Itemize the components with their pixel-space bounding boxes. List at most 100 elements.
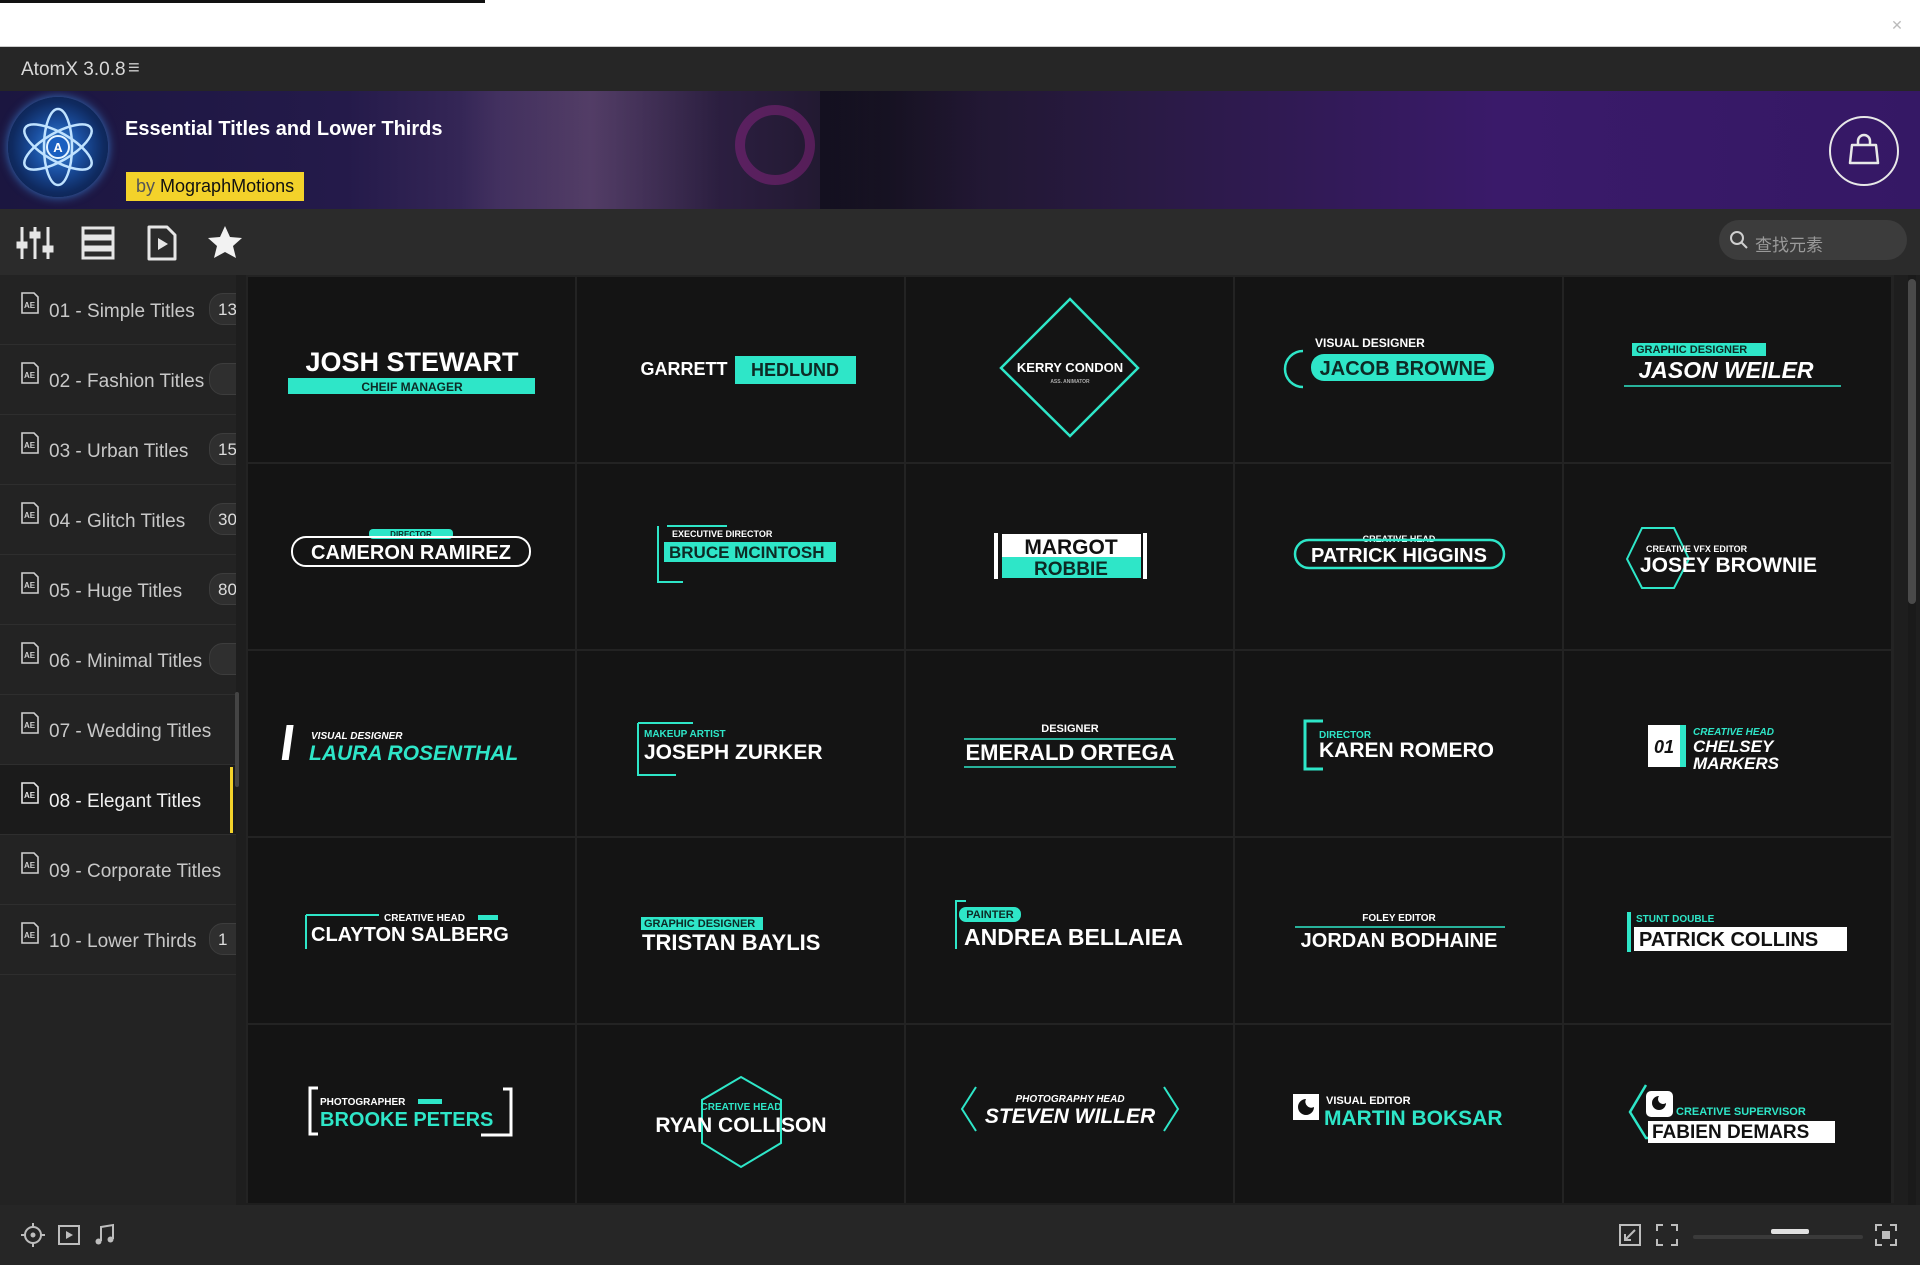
selected-indicator bbox=[230, 767, 233, 833]
sidebar-item-huge-titles[interactable]: AE 05 - Huge Titles 80 bbox=[0, 555, 236, 625]
preset-role: CHEIF MANAGER bbox=[361, 380, 463, 394]
preset-thumbnail[interactable]: PAINTER ANDREA BELLAIEA bbox=[906, 838, 1233, 1023]
preset-thumbnail[interactable]: DIRECTOR KAREN ROMERO bbox=[1235, 651, 1562, 836]
hamburger-icon[interactable]: ≡ bbox=[128, 57, 140, 80]
preset-name: JOSH STEWART bbox=[305, 347, 519, 377]
preset-thumbnail[interactable]: FOLEY EDITOR JORDAN BODHAINE bbox=[1235, 838, 1562, 1023]
preset-name: CLAYTON SALBERG bbox=[311, 924, 509, 946]
category-sidebar: AE 01 - Simple Titles 13 AE 02 - Fashion… bbox=[0, 275, 236, 1205]
sidebar-item-fashion-titles[interactable]: AE 02 - Fashion Titles bbox=[0, 345, 236, 415]
preset-name: MARGOT bbox=[1024, 536, 1117, 559]
item-count-badge: 30 bbox=[209, 503, 236, 535]
item-count-badge: 1 bbox=[209, 923, 236, 955]
preset-role: CREATIVE SUPERVISOR bbox=[1676, 1106, 1806, 1118]
preset-name: JACOB BROWNE bbox=[1320, 358, 1487, 380]
svg-text:AE: AE bbox=[24, 371, 36, 380]
preset-name-second: HEDLUND bbox=[751, 360, 839, 380]
preset-name: FABIEN DEMARS bbox=[1652, 1122, 1809, 1143]
video-icon[interactable] bbox=[56, 1222, 82, 1248]
svg-text:AE: AE bbox=[24, 651, 36, 660]
author-name: MographMotions bbox=[160, 176, 295, 196]
svg-text:AE: AE bbox=[24, 441, 36, 450]
sidebar-scrollbar[interactable] bbox=[235, 692, 239, 787]
banner-background-art bbox=[735, 105, 815, 185]
ae-file-icon: AE bbox=[21, 712, 39, 734]
search-icon bbox=[1730, 231, 1748, 249]
search-input[interactable]: 查找元素 bbox=[1719, 220, 1907, 260]
preset-thumbnail[interactable]: DIRECTOR CAMERON RAMIREZ bbox=[248, 464, 575, 649]
preset-thumbnail[interactable]: DESIGNER EMERALD ORTEGA bbox=[906, 651, 1233, 836]
preset-thumbnail[interactable]: PHOTOGRAPHER BROOKE PETERS bbox=[248, 1025, 575, 1203]
preset-thumbnail[interactable]: JOSH STEWART CHEIF MANAGER bbox=[248, 277, 575, 462]
preset-thumbnail[interactable]: CREATIVE HEAD CLAYTON SALBERG bbox=[248, 838, 575, 1023]
preset-name: JOSEPH ZURKER bbox=[644, 741, 823, 764]
close-icon[interactable]: ✕ bbox=[1882, 10, 1912, 40]
preset-name: PATRICK COLLINS bbox=[1639, 929, 1818, 951]
ae-file-icon: AE bbox=[21, 852, 39, 874]
sidebar-item-corporate-titles[interactable]: AE 09 - Corporate Titles bbox=[0, 835, 236, 905]
preset-thumbnail[interactable]: VISUAL DESIGNER JACOB BROWNE bbox=[1235, 277, 1562, 462]
preset-thumbnail[interactable]: MARGOT ROBBIE bbox=[906, 464, 1233, 649]
preset-thumbnail[interactable]: CREATIVE SUPERVISOR FABIEN DEMARS bbox=[1564, 1025, 1891, 1203]
sidebar-item-urban-titles[interactable]: AE 03 - Urban Titles 15 bbox=[0, 415, 236, 485]
preset-thumbnail[interactable]: CREATIVE VFX EDITOR JOSEY BROWNIE bbox=[1564, 464, 1891, 649]
search-placeholder: 查找元素 bbox=[1755, 236, 1823, 255]
preset-thumbnail[interactable]: 01 CREATIVE HEAD CHELSEY MARKERS bbox=[1564, 651, 1891, 836]
sliders-icon[interactable] bbox=[15, 223, 55, 263]
sidebar-item-lower-thirds[interactable]: AE 10 - Lower Thirds 1 bbox=[0, 905, 236, 975]
preset-name: JOSEY BROWNIE bbox=[1640, 554, 1817, 577]
accent-dash bbox=[418, 1099, 442, 1104]
ae-file-icon: AE bbox=[21, 642, 39, 664]
preset-thumbnail[interactable]: KERRY CONDON ASS. ANIMATOR bbox=[906, 277, 1233, 462]
sidebar-item-elegant-titles[interactable]: AE 08 - Elegant Titles bbox=[0, 765, 236, 835]
music-icon[interactable] bbox=[92, 1222, 118, 1248]
chevron-right-icon bbox=[1163, 1086, 1180, 1132]
preset-role: MAKEUP ARTIST bbox=[644, 729, 726, 740]
preset-thumbnail[interactable]: GRAPHIC DESIGNER JASON WEILER bbox=[1564, 277, 1891, 462]
preset-thumbnail[interactable]: PHOTOGRAPHY HEAD STEVEN WILLER bbox=[906, 1025, 1233, 1203]
preset-role: VISUAL DESIGNER bbox=[1315, 336, 1425, 350]
sidebar-item-glitch-titles[interactable]: AE 04 - Glitch Titles 30 bbox=[0, 485, 236, 555]
zoom-slider[interactable] bbox=[1693, 1229, 1863, 1239]
favorites-star-icon[interactable] bbox=[205, 223, 245, 263]
shopping-bag-icon[interactable] bbox=[1829, 116, 1899, 186]
preset-thumbnail[interactable]: CREATIVE HEAD RYAN COLLISON bbox=[577, 1025, 904, 1203]
list-view-icon[interactable] bbox=[78, 223, 118, 263]
sidebar-item-wedding-titles[interactable]: AE 07 - Wedding Titles bbox=[0, 695, 236, 765]
preset-role: GRAPHIC DESIGNER bbox=[644, 918, 755, 930]
preset-thumbnail[interactable]: GARRETT HEDLUND bbox=[577, 277, 904, 462]
grid-scrollbar[interactable] bbox=[1908, 275, 1916, 1205]
sidebar-item-simple-titles[interactable]: AE 01 - Simple Titles 13 bbox=[0, 275, 236, 345]
preset-thumbnail[interactable]: VISUAL DESIGNER LAURA ROSENTHAL bbox=[248, 651, 575, 836]
svg-text:AE: AE bbox=[24, 931, 36, 940]
item-count-badge: 15 bbox=[209, 433, 236, 465]
host-tab-indicator bbox=[0, 0, 485, 3]
preset-name: JASON WEILER bbox=[1638, 357, 1813, 383]
pack-author-badge[interactable]: by MographMotions bbox=[126, 172, 305, 201]
preset-thumbnail[interactable]: VISUAL EDITOR MARTIN BOKSAR bbox=[1235, 1025, 1562, 1203]
zoom-slider-knob[interactable] bbox=[1771, 1229, 1809, 1234]
target-icon[interactable] bbox=[20, 1222, 46, 1248]
sidebar-item-label: 04 - Glitch Titles bbox=[49, 511, 186, 532]
shrink-icon[interactable] bbox=[1617, 1222, 1643, 1248]
sidebar-item-label: 06 - Minimal Titles bbox=[49, 651, 203, 672]
fit-icon[interactable] bbox=[1654, 1222, 1680, 1248]
preview-play-icon[interactable] bbox=[142, 223, 182, 263]
preset-name: CAMERON RAMIREZ bbox=[311, 542, 511, 564]
scrollbar-thumb[interactable] bbox=[1908, 279, 1916, 604]
svg-text:A: A bbox=[53, 140, 63, 155]
sidebar-item-minimal-titles[interactable]: AE 06 - Minimal Titles bbox=[0, 625, 236, 695]
preset-thumbnail[interactable]: CREATIVE HEAD PATRICK HIGGINS bbox=[1235, 464, 1562, 649]
sidebar-item-label: 08 - Elegant Titles bbox=[49, 791, 202, 812]
preset-thumbnail[interactable]: MAKEUP ARTIST JOSEPH ZURKER bbox=[577, 651, 904, 836]
preset-thumbnail[interactable]: EXECUTIVE DIRECTOR BRUCE MCINTOSH bbox=[577, 464, 904, 649]
ae-file-icon: AE bbox=[21, 362, 39, 384]
preset-thumbnail[interactable]: STUNT DOUBLE PATRICK COLLINS bbox=[1564, 838, 1891, 1023]
preset-thumbnail[interactable]: GRAPHIC DESIGNER TRISTAN BAYLIS bbox=[577, 838, 904, 1023]
expand-icon[interactable] bbox=[1873, 1222, 1899, 1248]
preset-role: EXECUTIVE DIRECTOR bbox=[672, 529, 773, 539]
svg-text:AE: AE bbox=[24, 791, 36, 800]
preset-grid: JOSH STEWART CHEIF MANAGER GARRETT HEDLU… bbox=[246, 275, 1894, 1203]
pack-title: Essential Titles and Lower Thirds bbox=[125, 118, 443, 140]
ae-file-icon: AE bbox=[21, 922, 39, 944]
